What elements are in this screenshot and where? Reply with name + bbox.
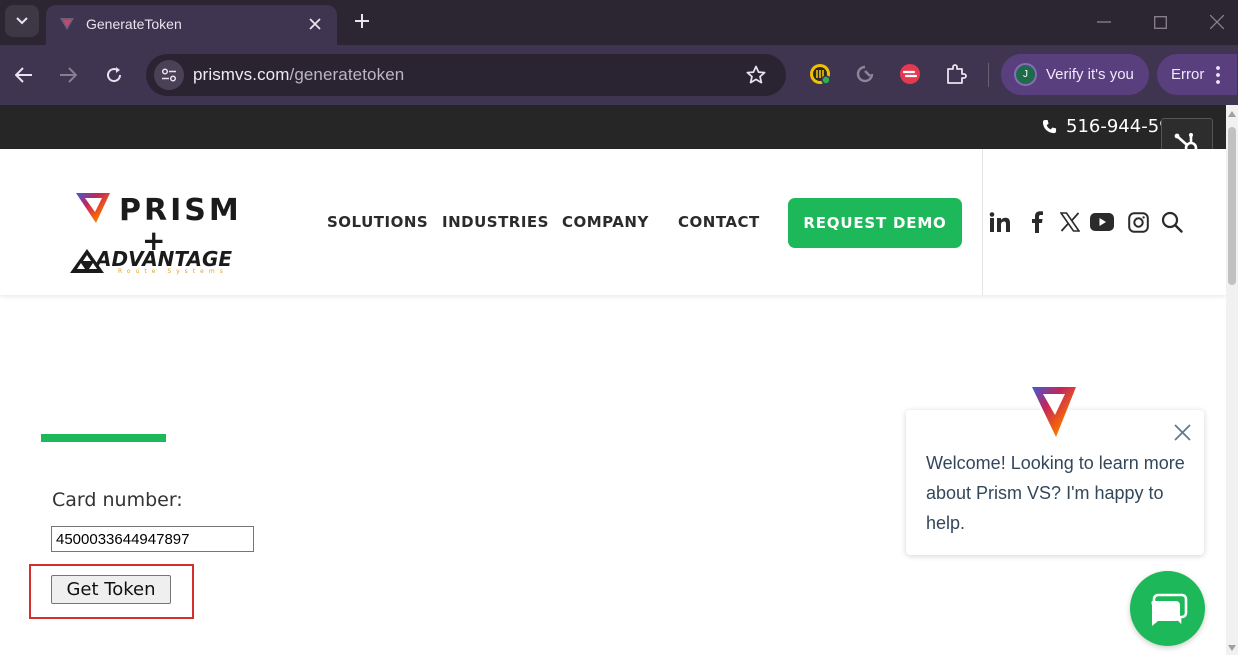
- x-twitter-link[interactable]: [1058, 210, 1082, 234]
- error-menu-chip[interactable]: Error: [1157, 54, 1237, 95]
- chevron-down-icon: [16, 17, 28, 25]
- browser-menu-button[interactable]: [1212, 64, 1224, 86]
- bookmark-button[interactable]: [744, 63, 768, 87]
- linkedin-icon: [989, 212, 1010, 232]
- nav-contact[interactable]: CONTACT: [678, 213, 760, 231]
- nav-solutions[interactable]: SOLUTIONS: [327, 213, 428, 231]
- back-arrow-icon: [15, 67, 32, 83]
- close-icon: [309, 18, 321, 30]
- facebook-link[interactable]: [1025, 210, 1049, 234]
- extension-button-2[interactable]: [852, 61, 878, 87]
- reload-icon: [107, 67, 122, 83]
- kebab-icon: [1216, 66, 1220, 84]
- phone-icon: [1042, 119, 1057, 134]
- request-demo-button[interactable]: REQUEST DEMO: [788, 198, 962, 248]
- forward-arrow-icon: [60, 67, 77, 83]
- card-number-label: Card number:: [52, 489, 183, 511]
- extension-button-1[interactable]: [807, 61, 833, 87]
- facebook-icon: [1032, 211, 1043, 233]
- verify-label: Verify it's you: [1046, 66, 1134, 83]
- chat-bubble-icon: [1150, 593, 1187, 626]
- refresh-extension-icon: [856, 65, 874, 83]
- close-icon: [1210, 15, 1224, 29]
- site-header: PRISM + ADVANTAGE Route Systems SOLUTION…: [0, 149, 1226, 295]
- nav-company[interactable]: COMPANY: [562, 213, 649, 231]
- prism-logo-mark-icon: [76, 193, 110, 223]
- maximize-button[interactable]: [1148, 10, 1172, 34]
- site-search-button[interactable]: [1160, 210, 1184, 234]
- new-tab-button[interactable]: [350, 9, 374, 33]
- url-text: prismvs.com/generatetoken: [193, 65, 404, 85]
- scroll-down-arrow[interactable]: [1228, 643, 1236, 653]
- close-icon: [1173, 423, 1191, 441]
- tab-title: GenerateToken: [86, 16, 182, 32]
- scroll-up-arrow[interactable]: [1228, 109, 1236, 119]
- maximize-icon: [1153, 15, 1167, 29]
- profile-avatar: J: [1014, 63, 1037, 86]
- scroll-thumb[interactable]: [1228, 127, 1236, 285]
- triangle-down-icon: [1228, 645, 1236, 651]
- page-scrollbar[interactable]: [1226, 105, 1238, 655]
- chat-close-button[interactable]: [1172, 422, 1192, 442]
- chat-welcome-message: Welcome! Looking to learn more about Pri…: [926, 453, 1185, 533]
- youtube-icon: [1090, 213, 1114, 231]
- minimize-button[interactable]: [1092, 10, 1116, 34]
- header-divider: [982, 149, 983, 295]
- instagram-icon: [1127, 211, 1149, 233]
- extension-red-icon: [900, 64, 920, 84]
- url-path: /generatetoken: [289, 65, 405, 84]
- logo-subtitle-text: Route Systems: [118, 268, 228, 275]
- search-icon: [1161, 211, 1183, 233]
- browser-tab-bar: GenerateToken: [0, 0, 1238, 45]
- triangle-up-icon: [1228, 111, 1236, 117]
- tab-close-button[interactable]: [304, 13, 326, 35]
- reload-button[interactable]: [100, 61, 128, 89]
- url-host: prismvs.com: [193, 65, 290, 84]
- forward-button[interactable]: [54, 61, 82, 89]
- star-icon: [746, 65, 766, 84]
- back-button[interactable]: [10, 61, 38, 89]
- card-number-input[interactable]: [51, 526, 254, 552]
- extensions-menu-button[interactable]: [943, 61, 969, 87]
- phone-number: 516-944-59: [1066, 116, 1171, 137]
- section-accent-bar: [41, 434, 166, 442]
- site-info-button[interactable]: [154, 60, 184, 90]
- extension-button-3[interactable]: [897, 61, 923, 87]
- chat-prism-avatar-icon: [1030, 385, 1078, 439]
- verify-profile-chip[interactable]: J Verify it's you: [1001, 54, 1149, 95]
- browser-toolbar: prismvs.com/generatetoken J Verify it's …: [0, 45, 1238, 105]
- browser-tab-active[interactable]: GenerateToken: [46, 5, 337, 45]
- nav-industries[interactable]: INDUSTRIES: [442, 213, 549, 231]
- chat-launcher-button[interactable]: [1130, 571, 1205, 646]
- prism-advantage-logo[interactable]: PRISM + ADVANTAGE Route Systems: [66, 169, 246, 279]
- puzzle-icon: [947, 64, 967, 84]
- linkedin-link[interactable]: [988, 210, 1012, 234]
- window-close-button[interactable]: [1205, 10, 1229, 34]
- extension-badge-icon: [810, 64, 831, 85]
- get-token-button[interactable]: Get Token: [51, 575, 171, 604]
- tune-icon: [161, 68, 177, 82]
- error-label: Error: [1171, 66, 1205, 83]
- x-twitter-icon: [1060, 212, 1080, 232]
- minimize-icon: [1097, 21, 1111, 23]
- address-bar[interactable]: prismvs.com/generatetoken: [146, 54, 786, 96]
- instagram-link[interactable]: [1126, 210, 1150, 234]
- prism-favicon-icon: [60, 18, 74, 30]
- logo-prism-text: PRISM: [119, 193, 242, 228]
- plus-icon: [355, 14, 369, 28]
- toolbar-divider: [988, 63, 989, 87]
- youtube-link[interactable]: [1090, 210, 1114, 234]
- phone-link[interactable]: 516-944-59: [1042, 116, 1171, 137]
- tab-search-button[interactable]: [5, 5, 39, 37]
- site-top-bar: 516-944-59: [0, 105, 1226, 149]
